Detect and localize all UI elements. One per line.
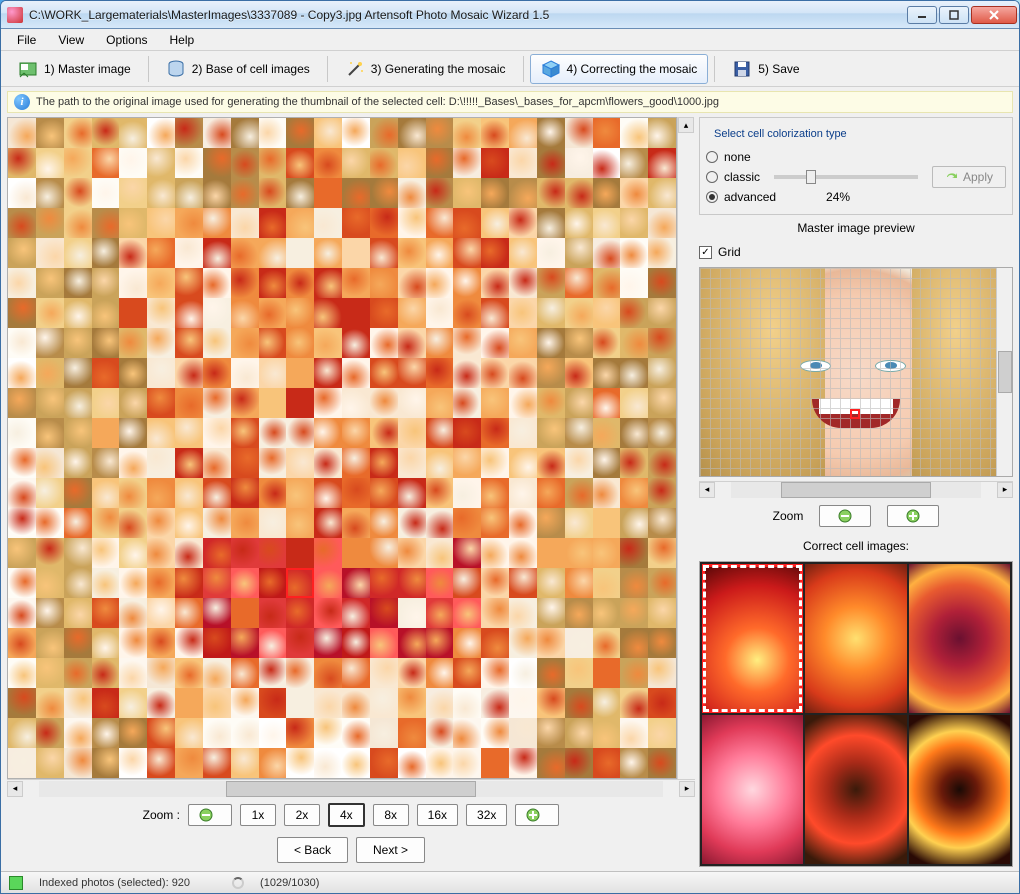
cell-image[interactable]	[909, 715, 1010, 864]
preview-zoom-out[interactable]	[819, 505, 871, 527]
step-label: 4) Correcting the mosaic	[567, 62, 698, 76]
spinner-icon	[232, 877, 244, 889]
separator	[148, 56, 149, 82]
grid-checkbox[interactable]: ✓	[699, 246, 712, 259]
close-button[interactable]	[971, 6, 1017, 24]
separator	[523, 56, 524, 82]
statusbar: Indexed photos (selected): 920 (1029/103…	[1, 871, 1019, 893]
radio-advanced[interactable]	[706, 191, 718, 203]
zoom-1x[interactable]: 1x	[240, 804, 276, 826]
status-icon	[9, 876, 23, 890]
zoom-in-button[interactable]	[515, 804, 559, 826]
mosaic-hscroll[interactable]: ◂ ▸	[7, 779, 695, 797]
mosaic-canvas[interactable]	[7, 117, 677, 779]
info-text: The path to the original image used for …	[36, 96, 719, 108]
status-progress: (1029/1030)	[260, 877, 319, 889]
zoom-4x[interactable]: 4x	[328, 803, 365, 827]
separator	[327, 56, 328, 82]
window-title: C:\WORK_Largematerials\MasterImages\3337…	[29, 8, 907, 22]
floppy-icon	[732, 59, 752, 79]
scroll-up-icon[interactable]: ▴	[678, 117, 694, 133]
correct-cells	[699, 561, 1013, 867]
scroll-right-icon[interactable]: ▸	[679, 781, 695, 797]
mosaic-vscroll[interactable]: ▴	[677, 117, 695, 779]
cell-image[interactable]	[805, 715, 906, 864]
cell-image[interactable]	[805, 564, 906, 713]
back-button[interactable]: < Back	[277, 837, 348, 863]
step-correcting[interactable]: 4) Correcting the mosaic	[530, 54, 709, 84]
menu-view[interactable]: View	[48, 31, 94, 49]
preview-vscroll[interactable]	[996, 268, 1012, 476]
apply-button[interactable]: Apply	[932, 166, 1006, 188]
preview-zoom-in[interactable]	[887, 505, 939, 527]
radio-advanced-label: advanced	[724, 190, 776, 204]
correct-title: Correct cell images:	[699, 539, 1013, 553]
cube-icon	[541, 59, 561, 79]
zoom-2x[interactable]: 2x	[284, 804, 320, 826]
menu-help[interactable]: Help	[160, 31, 205, 49]
step-label: 2) Base of cell images	[192, 62, 310, 76]
zoom-out-button[interactable]	[188, 804, 232, 826]
info-bar: i The path to the original image used fo…	[7, 91, 1013, 113]
wand-icon	[345, 59, 365, 79]
scroll-left-icon[interactable]: ◂	[7, 781, 23, 797]
minimize-button[interactable]	[907, 6, 937, 24]
menu-file[interactable]: File	[7, 31, 46, 49]
step-save[interactable]: 5) Save	[721, 54, 810, 84]
step-master-image[interactable]: 1) Master image	[7, 54, 142, 84]
zoom-8x[interactable]: 8x	[373, 804, 409, 826]
zoom-32x[interactable]: 32x	[466, 804, 507, 826]
scroll-right-icon[interactable]: ▸	[997, 482, 1013, 498]
cell-image[interactable]	[702, 564, 803, 713]
preview-title: Master image preview	[699, 221, 1013, 235]
next-button[interactable]: Next >	[356, 837, 425, 863]
titlebar: C:\WORK_Largematerials\MasterImages\3337…	[1, 1, 1019, 29]
app-icon	[7, 7, 23, 23]
colorization-group: Select cell colorization type none class…	[699, 117, 1013, 215]
zoom-label: Zoom :	[143, 808, 180, 822]
radio-classic[interactable]	[706, 171, 718, 183]
database-icon	[166, 59, 186, 79]
app-window: C:\WORK_Largematerials\MasterImages\3337…	[0, 0, 1020, 894]
radio-classic-label: classic	[724, 170, 760, 184]
hscroll-thumb[interactable]	[226, 781, 476, 797]
cell-image[interactable]	[909, 564, 1010, 713]
group-title: Select cell colorization type	[710, 128, 851, 140]
radio-none-label: none	[724, 150, 751, 164]
maximize-button[interactable]	[939, 6, 969, 24]
preview-hscroll[interactable]: ◂ ▸	[699, 481, 1013, 497]
step-label: 5) Save	[758, 62, 799, 76]
colorization-value: 24%	[826, 190, 850, 204]
colorization-slider[interactable]	[774, 175, 918, 179]
menubar: File View Options Help	[1, 29, 1019, 51]
grid-label: Grid	[718, 245, 741, 259]
preview-zoom-label: Zoom	[773, 509, 804, 523]
refresh-icon	[945, 171, 959, 183]
step-label: 3) Generating the mosaic	[371, 62, 506, 76]
scroll-left-icon[interactable]: ◂	[699, 482, 715, 498]
cell-image[interactable]	[702, 715, 803, 864]
step-base-images[interactable]: 2) Base of cell images	[155, 54, 321, 84]
menu-options[interactable]: Options	[96, 31, 157, 49]
step-label: 1) Master image	[44, 62, 131, 76]
preview-selection	[850, 409, 860, 419]
wizard-toolbar: 1) Master image 2) Base of cell images 3…	[1, 51, 1019, 87]
zoom-16x[interactable]: 16x	[417, 804, 458, 826]
master-preview[interactable]	[699, 267, 1013, 477]
preview-grid-overlay	[700, 268, 1012, 476]
status-indexed: Indexed photos (selected): 920	[39, 877, 190, 889]
step-generating[interactable]: 3) Generating the mosaic	[334, 54, 517, 84]
info-icon: i	[14, 94, 30, 110]
separator	[714, 56, 715, 82]
radio-none[interactable]	[706, 151, 718, 163]
master-image-icon	[18, 59, 38, 79]
